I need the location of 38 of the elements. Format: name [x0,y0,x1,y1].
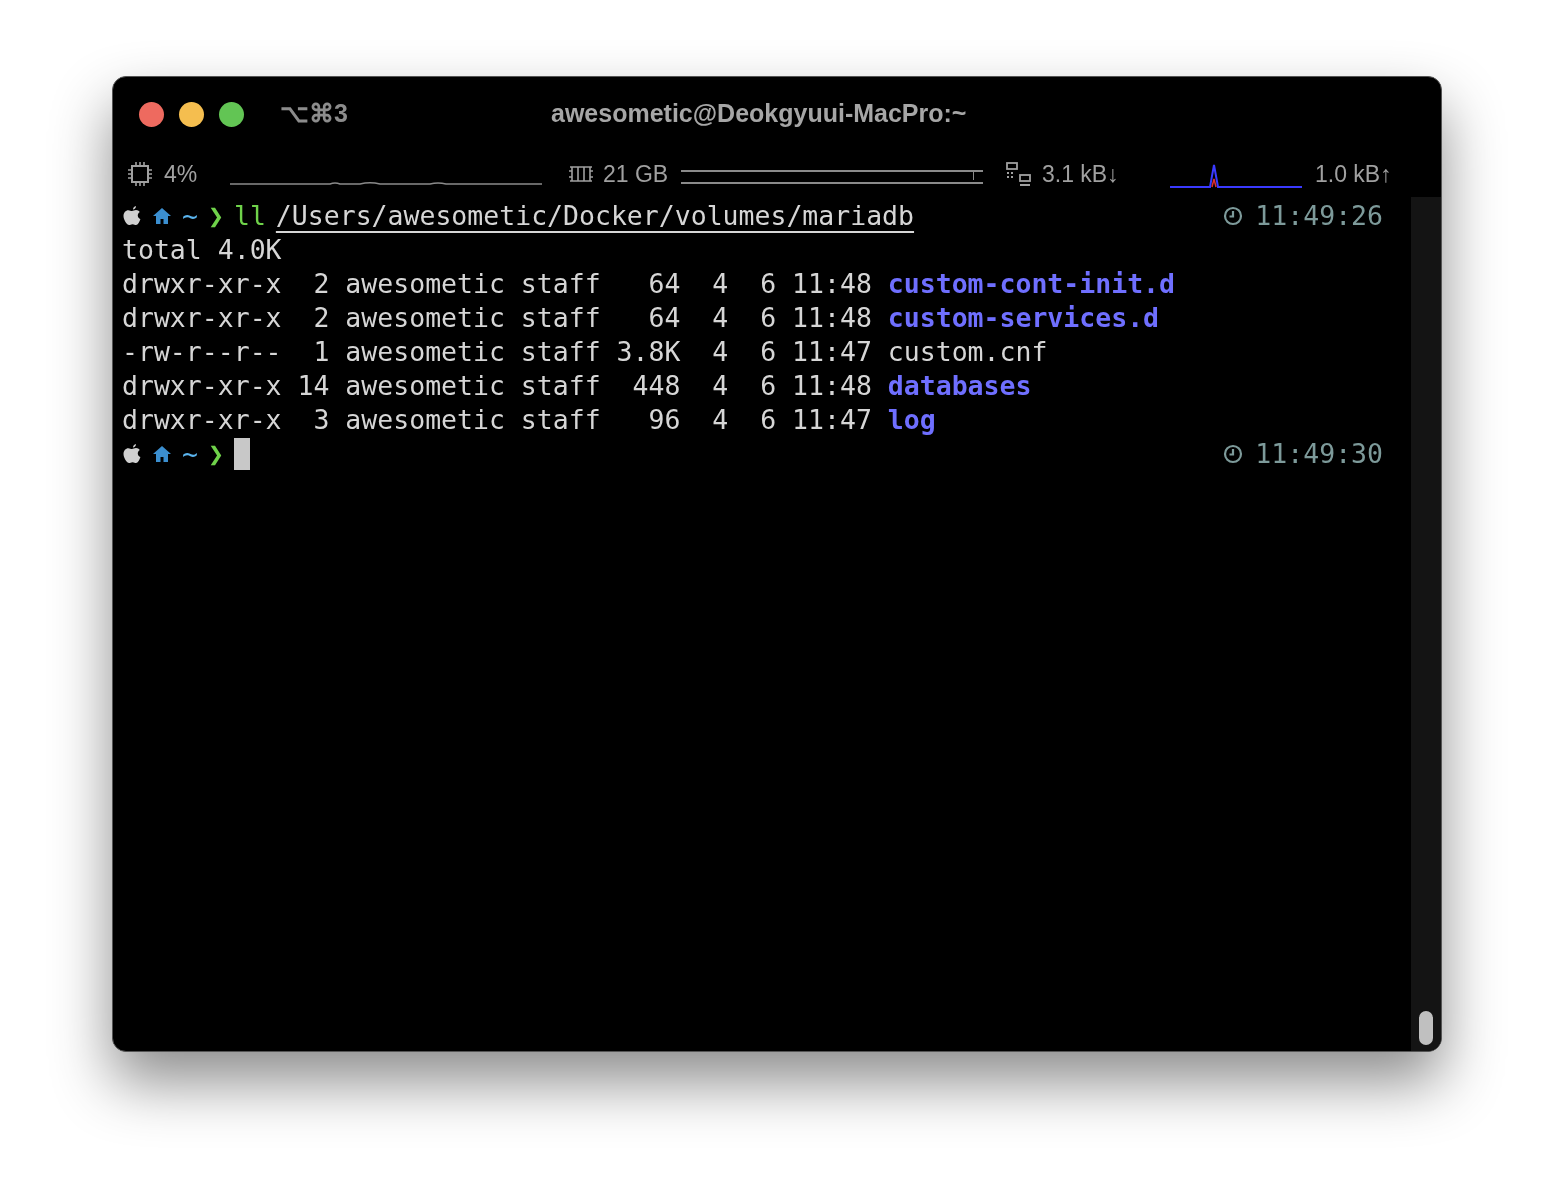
prompt-arrow: ❯ [207,199,224,234]
close-button[interactable] [139,101,164,127]
file-name: custom.cnf [887,335,1048,370]
file-info: -rw-r--r-- 1 awesometic staff 3.8K 4 6 11:47 [122,335,872,370]
file-info: drwxr-xr-x 2 awesometic staff 64 4 6 11:48 [122,301,872,336]
apple-icon [122,443,142,465]
memory-usage: 21 GB [603,159,670,189]
directory-name: custom-cont-init.d [887,267,1175,302]
file-info: drwxr-xr-x 3 awesometic staff 96 4 6 11:47 [122,403,872,438]
apple-icon [122,205,142,227]
shortcut-label: ⌥⌘3 [280,98,348,130]
cpu-usage: 4% [164,159,199,189]
tilde-text: ~ [182,437,198,472]
directory-name: custom-services.d [887,301,1160,336]
file-info: drwxr-xr-x 14 awesometic staff 448 4 6 11:48 [122,369,872,404]
scrollbar-thumb[interactable] [1419,1011,1433,1045]
memory-icon [568,163,594,185]
home-icon [152,207,172,225]
upload-rate: 1.0 kB↑ [1315,159,1392,189]
timestamp: 11:49:26 [1255,199,1383,234]
window-title: awesometic@Deokgyuui-MacPro:~ [551,98,967,130]
path-argument: /Users/awesometic/Docker/volumes/mariadb [275,199,915,234]
command-text: ll [233,199,266,234]
clock-icon [1223,206,1244,226]
file-info: drwxr-xr-x 2 awesometic staff 64 4 6 11:48 [122,267,872,302]
timestamp: 11:49:30 [1255,437,1383,472]
directory-name: databases [887,369,1032,404]
directory-name: log [887,403,936,438]
total-line: total 4.0K [122,233,282,268]
prompt-arrow: ❯ [207,437,224,472]
zoom-button[interactable] [219,101,244,127]
network-icon [1005,161,1033,187]
clock-icon [1223,444,1244,464]
minimize-button[interactable] [179,101,204,127]
tilde-text: ~ [182,199,198,234]
home-icon [152,445,172,463]
cpu-icon [127,161,153,187]
download-rate: 3.1 kB↓ [1042,159,1120,189]
